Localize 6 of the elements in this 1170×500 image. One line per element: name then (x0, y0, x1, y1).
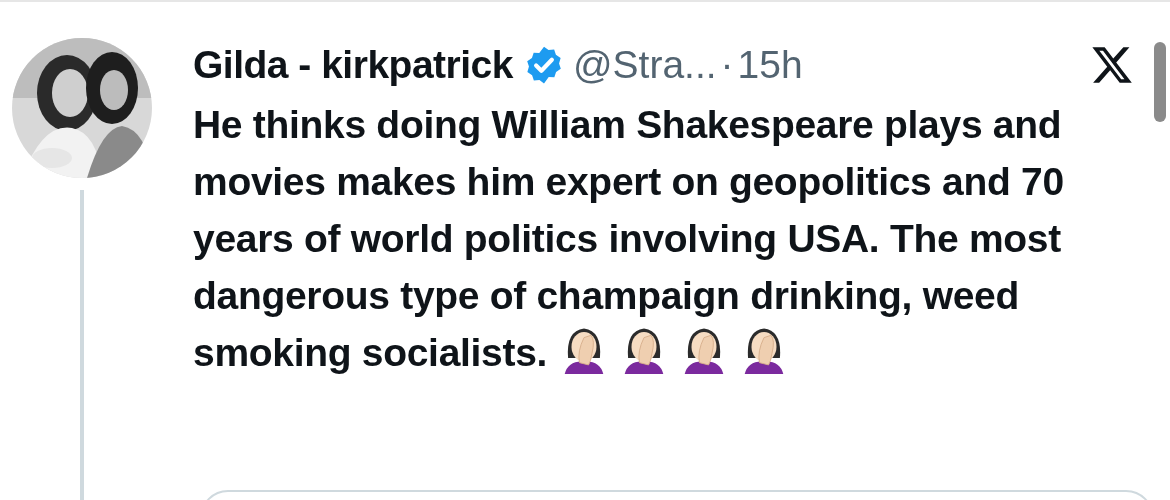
post-text: He thinks doing William Shakespeare plays and movies makes him expert on geopolitics and 70 years of world politics involving USA. The most dangerous type of champaign drinking, weed smoking socialists. (193, 102, 1065, 376)
separator-dot: · (720, 43, 734, 87)
user-handle[interactable]: @Stra... (572, 43, 717, 87)
post-time[interactable]: 15h (737, 43, 803, 87)
scrollbar[interactable] (1154, 42, 1166, 122)
author-name[interactable]: Gilda - kirkpatrick (193, 43, 513, 87)
